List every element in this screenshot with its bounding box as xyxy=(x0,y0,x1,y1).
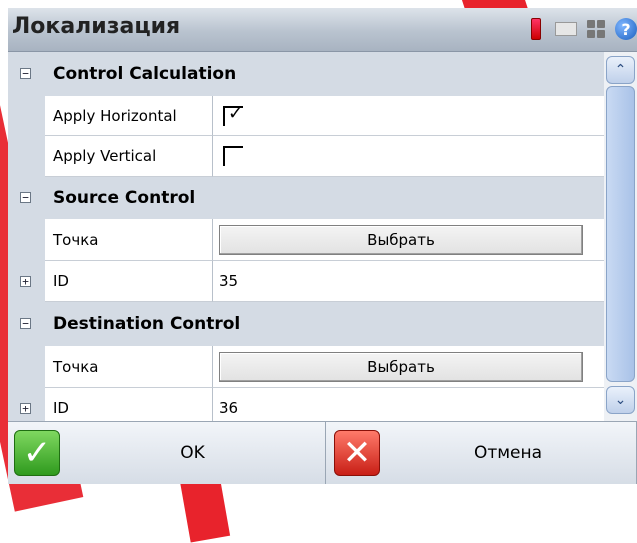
category-destination-control[interactable]: − Destination Control xyxy=(8,302,604,346)
vertical-scrollbar[interactable]: ⌃ ⌄ xyxy=(604,52,637,421)
property-name: ID xyxy=(45,388,213,421)
apply-vertical-checkbox[interactable] xyxy=(223,146,243,166)
collapse-toggle[interactable]: − xyxy=(20,68,31,79)
keyboard-icon[interactable] xyxy=(555,16,577,42)
property-row-destination-point: Точка Выбрать xyxy=(8,346,604,388)
checkmark-icon: ✓ xyxy=(14,430,60,476)
cancel-button-label: Отмена xyxy=(473,443,543,463)
collapse-toggle[interactable]: − xyxy=(20,192,31,203)
title-bar: Локализация ? xyxy=(8,8,637,52)
category-label: Source Control xyxy=(53,188,196,208)
close-icon: ✕ xyxy=(334,430,380,476)
window-title: Локализация xyxy=(12,14,181,39)
property-name: Apply Vertical xyxy=(45,136,213,177)
property-row-apply-vertical: Apply Vertical xyxy=(8,136,604,177)
category-control-calculation[interactable]: − Control Calculation xyxy=(8,52,604,96)
checkmark-icon: ✓ xyxy=(228,102,244,124)
property-row-source-id: + ID 35 xyxy=(8,261,604,302)
help-icon[interactable]: ? xyxy=(615,16,637,42)
scroll-thumb[interactable] xyxy=(606,86,635,382)
battery-icon xyxy=(525,16,547,42)
chevron-down-icon: ⌄ xyxy=(614,392,627,408)
property-row-source-point: Точка Выбрать xyxy=(8,219,604,261)
scroll-down-button[interactable]: ⌄ xyxy=(606,386,635,414)
select-source-point-button[interactable]: Выбрать xyxy=(219,224,583,255)
category-label: Destination Control xyxy=(53,314,241,334)
property-grid: − Control Calculation Apply Horizontal ✓… xyxy=(8,52,604,421)
source-id-value[interactable]: 35 xyxy=(213,261,604,302)
category-label: Control Calculation xyxy=(53,64,237,84)
property-name: ID xyxy=(45,261,213,302)
ok-button[interactable]: ✓ OK xyxy=(8,422,326,484)
cancel-button[interactable]: ✕ Отмена xyxy=(326,422,637,484)
select-destination-point-button[interactable]: Выбрать xyxy=(219,351,583,382)
expand-toggle[interactable]: + xyxy=(20,276,31,287)
scroll-up-button[interactable]: ⌃ xyxy=(606,56,635,84)
collapse-toggle[interactable]: − xyxy=(20,318,31,329)
chevron-up-icon: ⌃ xyxy=(614,62,627,78)
property-name: Точка xyxy=(45,219,213,261)
property-row-destination-id: + ID 36 xyxy=(8,388,604,421)
apps-grid-icon[interactable] xyxy=(585,16,607,42)
ok-button-label: OK xyxy=(180,443,205,463)
expand-toggle[interactable]: + xyxy=(20,403,31,414)
bottom-button-bar: ✓ OK ✕ Отмена xyxy=(8,421,637,484)
property-row-apply-horizontal: Apply Horizontal ✓ xyxy=(8,96,604,136)
category-source-control[interactable]: − Source Control xyxy=(8,177,604,219)
apply-horizontal-checkbox[interactable]: ✓ xyxy=(223,102,244,126)
property-name: Apply Horizontal xyxy=(45,96,213,136)
destination-id-value[interactable]: 36 xyxy=(213,388,604,421)
property-name: Точка xyxy=(45,346,213,388)
status-icons: ? xyxy=(525,16,637,42)
